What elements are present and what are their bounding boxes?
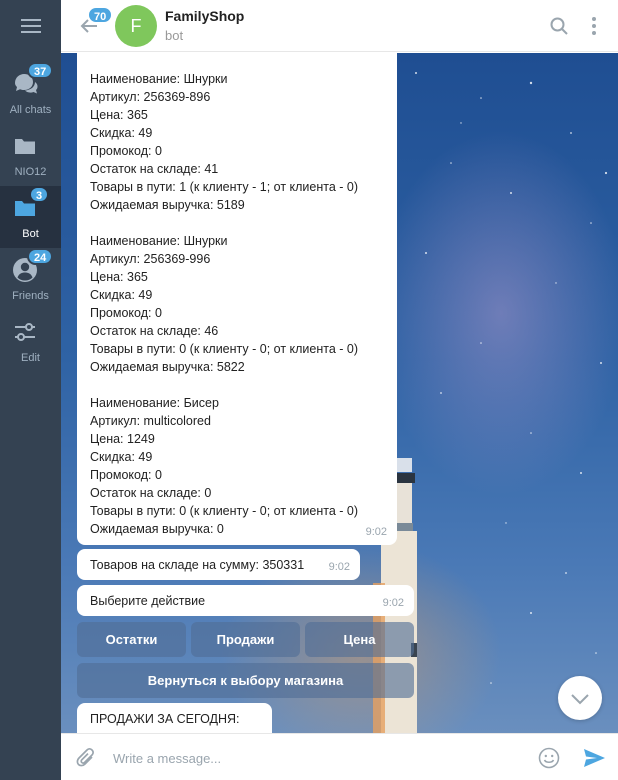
send-icon[interactable]: [582, 747, 606, 769]
product-block: Наименование: Бисер Артикул: multicolore…: [90, 394, 384, 538]
folder-icon: [15, 139, 35, 154]
folder-friends[interactable]: 24 Friends: [0, 248, 61, 310]
product-line: Артикул: 256369-896: [90, 90, 211, 104]
product-line: Промокод: 0: [90, 468, 162, 482]
unread-badge: 3: [29, 186, 50, 203]
product-line: Промокод: 0: [90, 306, 162, 320]
message-text: Товаров на складе на сумму: 350331: [90, 558, 305, 572]
product-line: Товары в пути: 0 (к клиенту - 0; от клие…: [90, 504, 359, 518]
price-button[interactable]: Цена: [305, 622, 414, 657]
folders-sidebar: 37 All chats NIO12 3 Bot 24 Friends Edit: [0, 0, 61, 780]
product-line: Ожидаемая выручка: 0: [90, 522, 224, 536]
product-line: Скидка: 49: [90, 450, 153, 464]
product-block: Наименование: Шнурки Артикул: 256369-996…: [90, 232, 384, 376]
product-line: Цена: 365: [90, 108, 148, 122]
sliders-icon: [15, 323, 35, 341]
unread-count-badge: 70: [87, 6, 114, 24]
message-text: ПРОДАЖИ ЗА СЕГОДНЯ:: [90, 712, 240, 726]
product-block: Наименование: Шнурки Артикул: 256369-896…: [90, 70, 384, 214]
product-line: Товары в пути: 0 (к клиенту - 0; от клие…: [90, 342, 359, 356]
message-input[interactable]: [113, 747, 523, 769]
choose-action-message[interactable]: Выберите действие 9:02: [77, 585, 414, 616]
product-line: Артикул: 256369-996: [90, 252, 211, 266]
products-message[interactable]: Наименование: Шнурки Артикул: 256369-896…: [77, 53, 397, 545]
message-composer: [61, 733, 618, 780]
product-line: Промокод: 0: [90, 144, 162, 158]
folder-label: Edit: [21, 352, 40, 364]
scroll-down-button[interactable]: [558, 676, 602, 720]
sales-button[interactable]: Продажи: [191, 622, 300, 657]
product-line: Наименование: Бисер: [90, 396, 219, 410]
folder-label: Bot: [22, 228, 39, 240]
product-line: Цена: 365: [90, 270, 148, 284]
folder-nio12[interactable]: NIO12: [0, 124, 61, 186]
product-line: Остаток на складе: 41: [90, 162, 219, 176]
folder-bot[interactable]: 3 Bot: [0, 186, 61, 248]
product-line: Остаток на складе: 0: [90, 486, 212, 500]
chevron-down-icon: [571, 694, 589, 705]
chat-area[interactable]: Наименование: Шнурки Артикул: 256369-896…: [61, 53, 618, 733]
avatar[interactable]: F: [115, 5, 157, 47]
folder-label: NIO12: [14, 166, 47, 178]
product-line: Цена: 1249: [90, 432, 155, 446]
more-vertical-icon[interactable]: [589, 16, 599, 36]
product-line: Скидка: 49: [90, 126, 153, 140]
folder-edit[interactable]: Edit: [0, 310, 61, 372]
emoji-icon[interactable]: [538, 747, 560, 769]
message-time: 9:02: [328, 561, 350, 573]
chat-title[interactable]: FamilyShop: [165, 8, 244, 24]
search-icon[interactable]: [549, 16, 569, 36]
product-line: Ожидаемая выручка: 5189: [90, 198, 245, 212]
product-line: Остаток на складе: 46: [90, 324, 219, 338]
folder-label: Friends: [12, 290, 49, 302]
message-time: 9:02: [382, 597, 404, 609]
folder-label: All chats: [9, 104, 52, 116]
back-to-shop-button[interactable]: Вернуться к выбору магазина: [77, 663, 414, 698]
chat-subtitle: bot: [165, 28, 184, 43]
stock-total-message[interactable]: Товаров на складе на сумму: 350331 9:02: [77, 549, 360, 580]
unread-badge: 24: [27, 248, 54, 265]
sales-today-message[interactable]: ПРОДАЖИ ЗА СЕГОДНЯ:: [77, 703, 272, 733]
product-line: Наименование: Шнурки: [90, 234, 228, 248]
stock-button[interactable]: Остатки: [77, 622, 186, 657]
product-line: Артикул: multicolored: [90, 414, 211, 428]
attach-icon[interactable]: [75, 746, 97, 770]
product-line: Наименование: Шнурки: [90, 72, 228, 86]
message-time: 9:02: [365, 526, 387, 538]
product-line: Ожидаемая выручка: 5822: [90, 360, 245, 374]
chat-header: 70 F FamilyShop bot: [61, 0, 618, 52]
menu-icon[interactable]: [0, 0, 61, 52]
folder-all-chats[interactable]: 37 All chats: [0, 62, 61, 124]
unread-badge: 37: [27, 62, 54, 79]
message-text: Выберите действие: [90, 594, 206, 608]
product-line: Товары в пути: 1 (к клиенту - 1; от клие…: [90, 180, 359, 194]
product-line: Скидка: 49: [90, 288, 153, 302]
